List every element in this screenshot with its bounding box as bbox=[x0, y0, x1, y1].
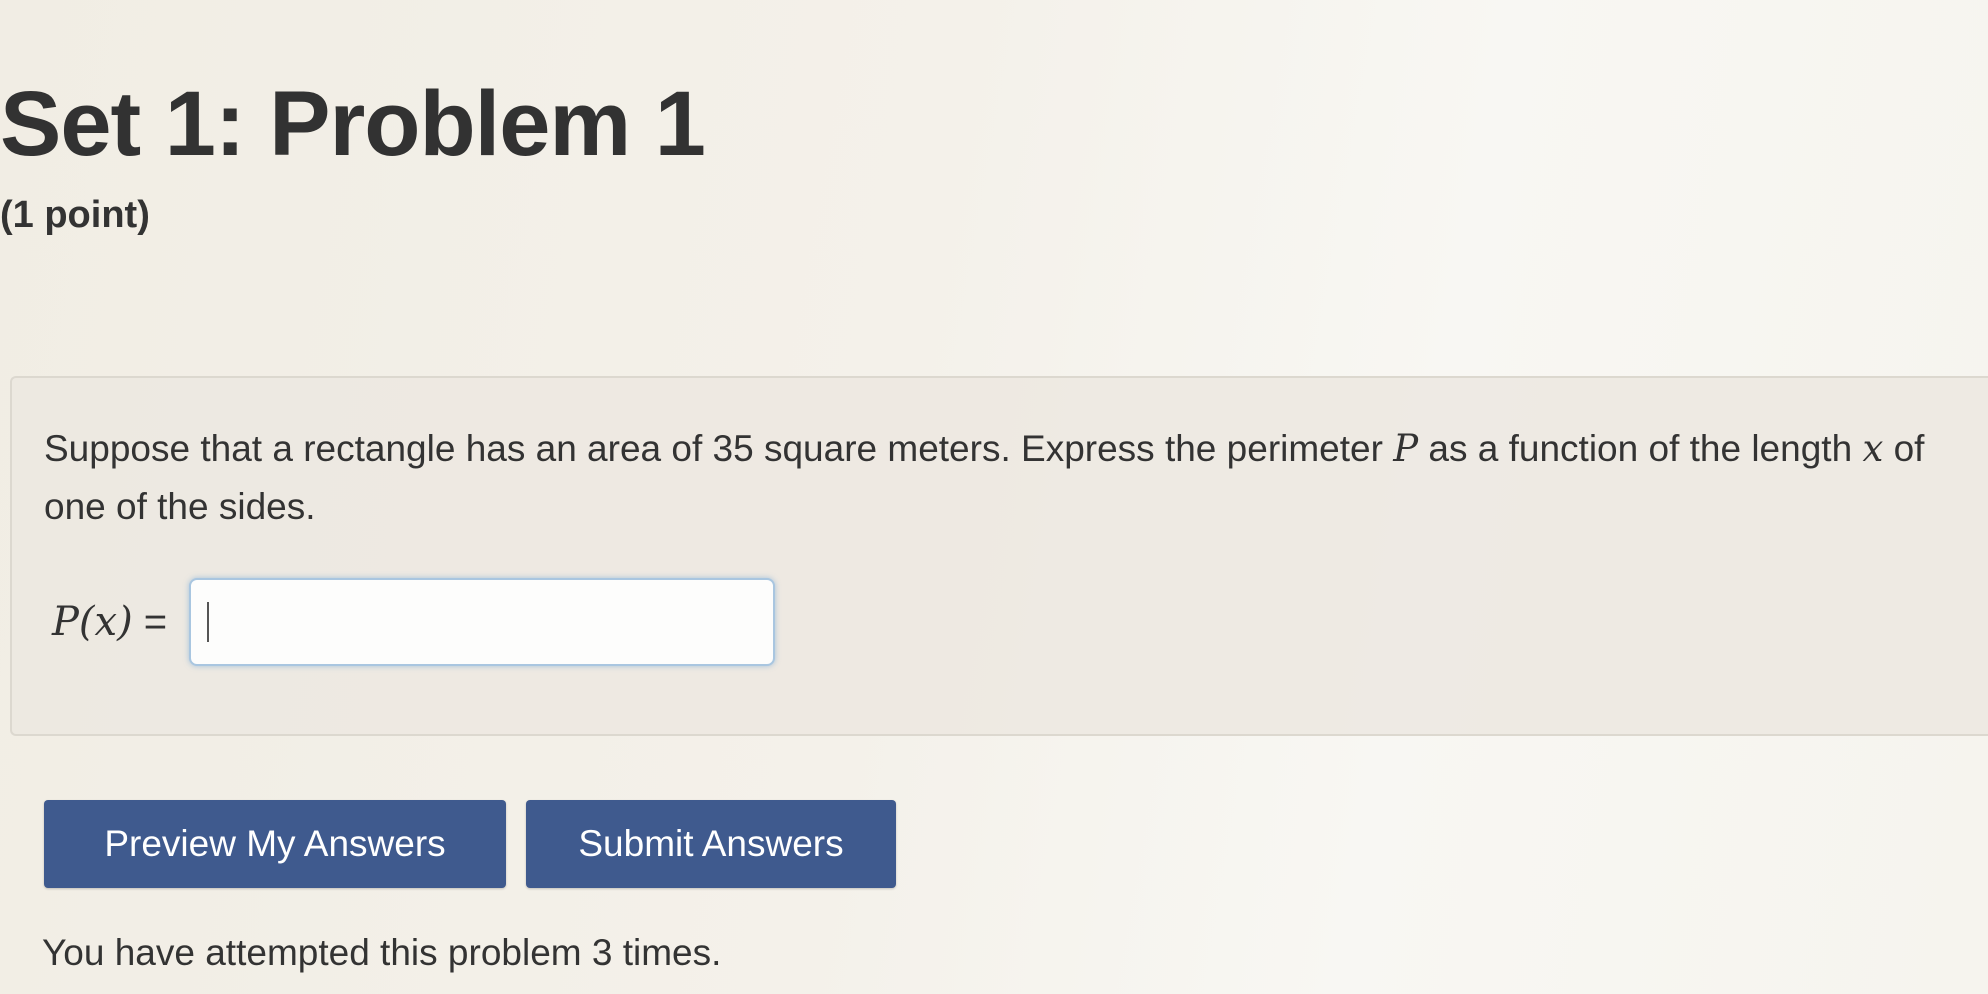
answer-row: P(x) = bbox=[52, 578, 776, 666]
answer-input[interactable] bbox=[189, 578, 776, 666]
problem-text-part2: as a function of the length bbox=[1418, 428, 1863, 469]
answer-label-function: P(x) bbox=[52, 599, 133, 645]
problem-text-part1: Suppose that a rectangle has an area of … bbox=[44, 428, 1394, 469]
submit-answers-button[interactable]: Submit Answers bbox=[526, 800, 896, 888]
math-variable-p: P bbox=[1393, 427, 1419, 470]
problem-points: (1 point) bbox=[0, 194, 150, 236]
math-variable-x: x bbox=[1862, 427, 1884, 470]
page-title: Set 1: Problem 1 bbox=[0, 73, 706, 175]
problem-statement: Suppose that a rectangle has an area of … bbox=[44, 420, 1944, 536]
answer-label: P(x) = bbox=[52, 599, 167, 645]
problem-container: Suppose that a rectangle has an area of … bbox=[10, 376, 1988, 736]
text-caret bbox=[207, 602, 210, 642]
answer-label-equals: = bbox=[132, 600, 168, 644]
answer-input-wrapper bbox=[189, 578, 776, 666]
preview-answers-button[interactable]: Preview My Answers bbox=[44, 800, 506, 888]
attempts-status: You have attempted this problem 3 times. bbox=[42, 932, 722, 973]
